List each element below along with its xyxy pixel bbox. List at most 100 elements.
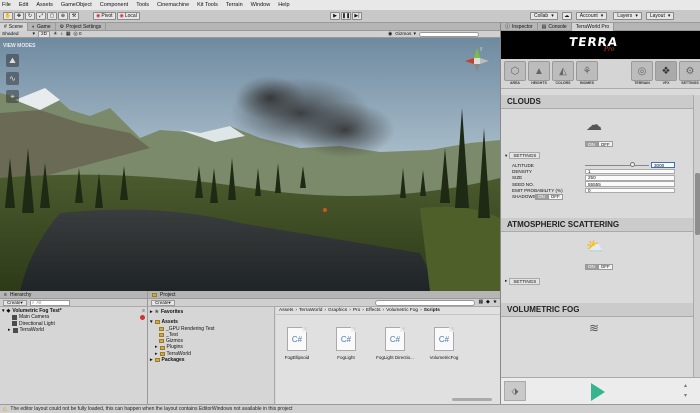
hierarchy-search-input[interactable]: ⌕ All: [29, 299, 70, 306]
area-view-mode-button[interactable]: ⌖: [6, 90, 19, 103]
altitude-slider[interactable]: [585, 162, 649, 168]
module-colors[interactable]: ◭ COLORS: [552, 61, 574, 85]
gizmos-dropdown[interactable]: Gizmos ▾: [395, 32, 416, 37]
menu-item-tools[interactable]: Tools: [136, 2, 149, 8]
altitude-field[interactable]: 3000: [651, 162, 675, 168]
module-area[interactable]: ⬡ AREA: [504, 61, 526, 85]
shading-mode-dropdown[interactable]: Shaded ▾: [2, 32, 35, 37]
play-button[interactable]: ▶: [330, 12, 340, 20]
folder-packages[interactable]: ▸ Packages: [150, 357, 272, 363]
tab-game[interactable]: ◐ Game: [28, 22, 56, 31]
module-terrain[interactable]: ◎ TERRAIN: [631, 61, 653, 85]
menu-item-kit-tools[interactable]: Kit Tools: [197, 2, 218, 8]
project-search-input[interactable]: [375, 299, 476, 306]
shadows-off-button[interactable]: OFF: [547, 193, 563, 200]
pivot-toggle[interactable]: ◉ Pivot: [93, 12, 116, 20]
breadcrumb-item[interactable]: Volumetric Fog: [386, 308, 418, 313]
menu-item-edit[interactable]: Edit: [19, 2, 28, 8]
account-dropdown[interactable]: Account ▾: [575, 12, 608, 20]
heightmap-view-mode-button[interactable]: ∿: [6, 72, 19, 85]
emit-probability-field[interactable]: 0: [585, 187, 675, 194]
breadcrumb-item[interactable]: Assets: [279, 308, 293, 313]
hierarchy-create-button[interactable]: Create ▾: [3, 299, 27, 306]
transform-tool-button[interactable]: ⊕: [58, 12, 68, 20]
atmospheric-off-button[interactable]: OFF: [597, 263, 613, 270]
file-item[interactable]: C# FogEllipsoid: [282, 327, 312, 360]
scene-camera-icon[interactable]: ◉: [388, 32, 392, 37]
generate-play-icon[interactable]: [591, 383, 605, 401]
scroll-down-icon[interactable]: ▾: [684, 392, 687, 399]
scrollbar-thumb[interactable]: [695, 173, 700, 235]
hand-tool-button[interactable]: ✋: [3, 12, 13, 20]
seed-field[interactable]: 55555: [585, 181, 675, 187]
atmospheric-settings-foldout[interactable]: ▸ SETTINGS: [501, 277, 693, 286]
clouds-off-button[interactable]: OFF: [597, 141, 613, 147]
local-toggle[interactable]: ◉ Local: [116, 12, 140, 20]
atmospheric-on-button[interactable]: ON: [585, 263, 598, 270]
save-world-button[interactable]: ⬗: [504, 381, 526, 401]
tab-inspector[interactable]: ⓘ Inspector: [501, 22, 538, 31]
clouds-toggle[interactable]: ON OFF: [585, 141, 613, 147]
menu-item-assets[interactable]: Assets: [36, 2, 53, 8]
breadcrumb-item[interactable]: TerraWorld: [299, 308, 322, 313]
tab-project-settings[interactable]: ⚙ Project Settings: [56, 22, 107, 31]
cloud-button[interactable]: ☁: [561, 12, 572, 20]
menu-item-terrain[interactable]: Terrain: [226, 2, 243, 8]
tab-scene[interactable]: # Scene: [0, 22, 28, 31]
module-heights[interactable]: ▲ HEIGHTS: [528, 61, 550, 85]
scene-viewport[interactable]: VIEW MODES ⛰ ∿ ⌖ y: [0, 38, 500, 291]
rotate-tool-button[interactable]: ↻: [25, 12, 35, 20]
scene-search-input[interactable]: [418, 32, 479, 37]
icon-size-slider[interactable]: [452, 398, 492, 401]
hidden-objects-icon[interactable]: ◎ 0: [73, 32, 81, 37]
menu-item-file[interactable]: File: [2, 2, 11, 8]
module-vfx[interactable]: ❖ VFX: [655, 61, 677, 85]
shadows-on-button[interactable]: ON: [535, 193, 548, 200]
pause-button[interactable]: ❚❚: [341, 12, 351, 20]
layers-dropdown[interactable]: Layers ▾: [613, 12, 642, 20]
star-icon[interactable]: ★: [493, 300, 497, 305]
scroll-up-icon[interactable]: ▴: [684, 382, 687, 389]
step-button[interactable]: ▶|: [352, 12, 362, 20]
tab-console[interactable]: ▤ Console: [538, 22, 572, 31]
collab-dropdown[interactable]: Collab ▾: [530, 12, 558, 20]
project-tab[interactable]: Project: [148, 291, 500, 299]
2d-toggle[interactable]: 2D: [37, 31, 51, 38]
size-field[interactable]: 250: [585, 174, 675, 181]
tab-terraworld-pro[interactable]: TerraWorld Pro: [571, 22, 615, 31]
lighting-toggle-icon[interactable]: ☀: [53, 32, 57, 37]
hierarchy-item-terraworld[interactable]: ▸ TerraWorld: [2, 327, 145, 333]
project-create-button[interactable]: Create ▾: [151, 299, 175, 306]
filter-label-icon[interactable]: ◆: [486, 300, 490, 305]
hierarchy-tab[interactable]: ≡ Hierarchy: [0, 291, 147, 299]
menu-item-window[interactable]: Window: [251, 2, 271, 8]
menu-item-cinemachine[interactable]: Cinemachine: [157, 2, 189, 8]
shadows-toggle[interactable]: ON OFF: [535, 193, 563, 200]
filter-type-icon[interactable]: ▦: [478, 300, 483, 305]
move-tool-button[interactable]: ✥: [14, 12, 24, 20]
menu-item-component[interactable]: Component: [100, 2, 128, 8]
scene-gizmo[interactable]: y: [462, 46, 492, 76]
rect-tool-button[interactable]: ▢: [47, 12, 57, 20]
module-settings[interactable]: ⚙ SETTINGS: [679, 61, 700, 85]
breadcrumb-item[interactable]: Scripts: [424, 308, 440, 313]
breadcrumb-item[interactable]: Pro: [353, 308, 360, 313]
breadcrumb-item[interactable]: Graphics: [328, 308, 347, 313]
clouds-settings-foldout[interactable]: ▾ SETTINGS: [501, 151, 693, 160]
inspector-scrollbar[interactable]: [693, 95, 700, 377]
scale-tool-button[interactable]: ⤢: [36, 12, 46, 20]
custom-tool-button[interactable]: ⚒: [69, 12, 79, 20]
layout-dropdown[interactable]: Layout ▾: [645, 12, 675, 20]
terrain-view-mode-button[interactable]: ⛰: [6, 54, 19, 67]
effects-dropdown-icon[interactable]: ▦: [66, 32, 71, 37]
file-item[interactable]: C# FogLight Directio...: [376, 327, 414, 360]
scene-menu-icon[interactable]: ≡: [142, 308, 145, 314]
breadcrumb-item[interactable]: Effects: [366, 308, 381, 313]
slider-thumb[interactable]: [629, 162, 635, 168]
density-field[interactable]: 1: [585, 168, 675, 175]
atmospheric-toggle[interactable]: ON OFF: [585, 263, 613, 270]
file-item[interactable]: C# FogLight: [331, 327, 361, 360]
audio-toggle-icon[interactable]: ♪: [60, 32, 62, 37]
menu-item-help[interactable]: Help: [278, 2, 289, 8]
module-biomes[interactable]: ⚘ BIOMES: [576, 61, 598, 85]
